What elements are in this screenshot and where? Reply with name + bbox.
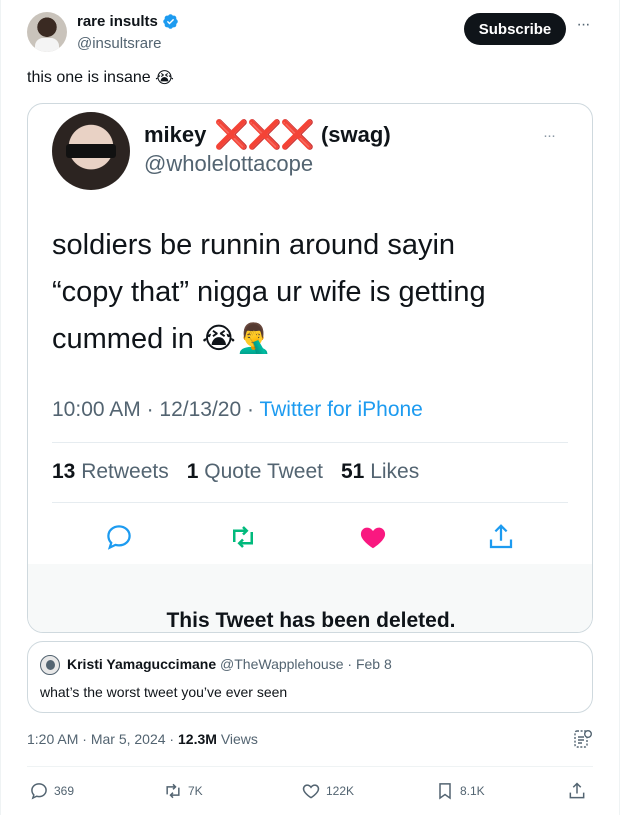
quoted-separator: · xyxy=(347,656,353,672)
facepalm-emoji-icon: 😭🤦‍♂️ xyxy=(201,323,272,355)
crying-emoji-icon: 😭 xyxy=(155,70,174,87)
screenshot-date: 12/13/20 xyxy=(159,398,242,421)
author-handle[interactable]: @insultsrare xyxy=(77,35,161,52)
screenshot-reply-icon xyxy=(107,525,131,550)
author-name-row[interactable]: rare insults xyxy=(77,13,179,30)
screenshot-retweet-icon xyxy=(233,526,253,548)
screenshot-stats: 13 Retweets 1 Quote Tweet 51 Likes xyxy=(52,460,419,484)
screenshot-quotes-count: 1 xyxy=(186,460,199,483)
post-text: this one is insane 😭 xyxy=(27,68,174,88)
screenshot-name-suffix: (swag) xyxy=(320,122,391,147)
screenshot-likes: 51 Likes xyxy=(341,460,419,484)
red-x-marks-icon: ❌❌❌ xyxy=(214,119,315,150)
views-count: 12.3M xyxy=(178,731,217,747)
action-bar: 369 7K 122K 8.1K xyxy=(27,776,593,806)
quoted-avatar xyxy=(40,655,60,675)
screenshot-retweets-label: Retweets xyxy=(81,460,169,483)
screenshot-name: mikey xyxy=(144,122,207,147)
screenshot-avatar xyxy=(52,112,130,190)
share-icon xyxy=(569,782,585,799)
quoted-date: Feb 8 xyxy=(355,656,392,672)
repost-button[interactable]: 7K xyxy=(163,776,203,806)
verified-badge-icon xyxy=(163,14,178,29)
screenshot-handle: @wholelottacope xyxy=(144,151,314,176)
quoted-text: what’s the worst tweet you’ve ever seen xyxy=(40,684,288,700)
screenshot-likes-count: 51 xyxy=(340,460,365,483)
screenshot-like-icon xyxy=(360,527,386,549)
like-button[interactable]: 122K xyxy=(301,776,354,806)
more-options-icon[interactable]: ··· xyxy=(573,17,593,38)
views-label: Views xyxy=(220,731,258,747)
screenshot-action-bar xyxy=(28,518,592,558)
screenshot-tweet-line-1: soldiers be runnin around sayin xyxy=(52,229,456,261)
post-date[interactable]: Mar 5, 2024 xyxy=(91,731,166,747)
screenshot-retweets: 13 Retweets xyxy=(52,460,169,484)
quoted-handle: @TheWapplehouse xyxy=(220,656,344,672)
screenshot-name-row: mikey ❌❌❌ (swag) xyxy=(144,119,391,150)
bookmark-count: 8.1K xyxy=(460,784,485,798)
screenshot-likes-label: Likes xyxy=(370,460,420,483)
bookmark-button[interactable]: 8.1K xyxy=(435,776,485,806)
post: rare insults @insultsrare Subscribe ··· … xyxy=(0,0,620,815)
screenshot-more-icon: ··· xyxy=(543,127,556,144)
screenshot-source: Twitter for iPhone xyxy=(259,398,423,421)
reply-button[interactable]: 369 xyxy=(29,776,74,806)
post-text-body: this one is insane xyxy=(27,69,151,87)
actions-divider xyxy=(27,766,593,767)
author-display-name[interactable]: rare insults xyxy=(77,13,158,30)
screenshot-divider xyxy=(52,442,568,443)
analytics-icon[interactable] xyxy=(573,728,593,750)
screenshot-tweet-line-2: “copy that” nigga ur wife is getting xyxy=(52,276,486,308)
bookmark-icon xyxy=(439,783,451,800)
screenshot-quotes: 1 Quote Tweet xyxy=(187,460,323,484)
reply-icon xyxy=(31,783,47,800)
quoted-header: Kristi Yamaguccimane @TheWapplehouse · F… xyxy=(67,656,392,672)
screenshot-time: 10:00 AM xyxy=(52,398,141,421)
screenshot-divider-2 xyxy=(52,502,568,503)
deleted-notice: This Tweet has been deleted. xyxy=(166,609,456,632)
tweet-screenshot-image[interactable]: mikey ❌❌❌ (swag) @wholelottacope ··· sol… xyxy=(27,103,593,633)
screenshot-retweets-count: 13 xyxy=(52,460,76,483)
screenshot-tweet-line-3: cummed in 😭🤦‍♂️ xyxy=(52,316,572,363)
repost-count: 7K xyxy=(188,784,203,798)
quoted-name: Kristi Yamaguccimane xyxy=(67,656,217,672)
heart-icon xyxy=(302,784,320,799)
screenshot-tweet-line-3-text: cummed in xyxy=(52,323,194,355)
screenshot-tweet-text: soldiers be runnin around sayin “copy th… xyxy=(52,222,572,363)
author-avatar[interactable] xyxy=(27,12,67,52)
share-button[interactable] xyxy=(567,776,587,806)
subscribe-button[interactable]: Subscribe xyxy=(464,13,566,45)
post-meta: 1:20 AM · Mar 5, 2024 · 12.3M Views xyxy=(27,731,258,747)
screenshot-meta: 10:00 AM · 12/13/20 · Twitter for iPhone xyxy=(52,398,423,421)
reply-count: 369 xyxy=(54,784,75,798)
post-time[interactable]: 1:20 AM xyxy=(27,731,78,747)
like-count: 122K xyxy=(326,784,355,798)
repost-icon xyxy=(166,783,180,799)
quoted-tweet[interactable]: Kristi Yamaguccimane @TheWapplehouse · F… xyxy=(27,641,593,713)
screenshot-quotes-label: Quote Tweet xyxy=(204,460,323,483)
screenshot-share-icon xyxy=(489,524,513,549)
